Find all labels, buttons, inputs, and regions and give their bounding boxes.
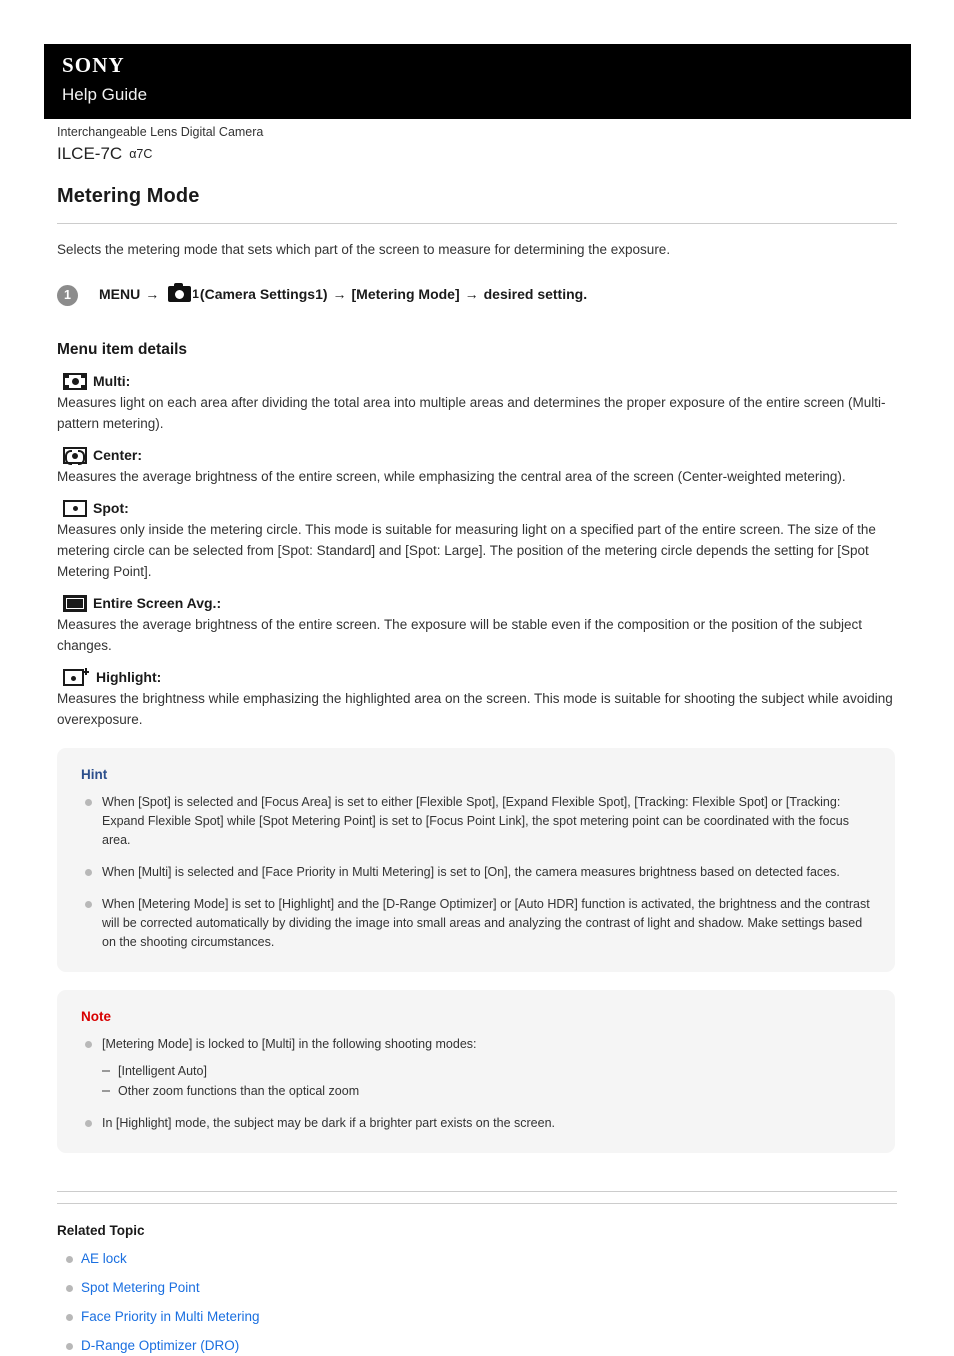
note-item: In [Highlight] mode, the subject may be …	[81, 1114, 871, 1133]
related-link-d-range-optimizer[interactable]: D-Range Optimizer (DRO)	[81, 1338, 239, 1353]
menu-item-description: Measures only inside the metering circle…	[57, 522, 876, 579]
related-dividers	[57, 1191, 897, 1204]
step-menu-item: [Metering Mode]	[351, 286, 460, 302]
site-header: SONY Help Guide	[44, 44, 911, 119]
hint-list: When [Spot] is selected and [Focus Area]…	[81, 793, 871, 952]
list-item[interactable]: AE lock	[57, 1249, 897, 1269]
note-item: [Metering Mode] is locked to [Multi] in …	[81, 1035, 871, 1101]
menu-item-description: Measures the average brightness of the e…	[57, 617, 862, 653]
metering-highlight-icon	[63, 668, 89, 686]
list-item[interactable]: Face Priority in Multi Metering	[57, 1307, 897, 1327]
product-model-line: ILCE-7C α7C	[57, 143, 897, 165]
step-number-badge: 1	[57, 285, 78, 306]
product-identification: Interchangeable Lens Digital Camera ILCE…	[57, 124, 897, 165]
arrow-icon: →	[332, 286, 347, 302]
menu-item-description: Measures the brightness while emphasizin…	[57, 691, 893, 727]
sony-logo: SONY	[62, 53, 125, 77]
list-item[interactable]: Spot Metering Point	[57, 1278, 897, 1298]
menu-item-header-multi: Multi:	[57, 372, 897, 391]
title-divider	[57, 223, 897, 224]
menu-item-label: Entire Screen Avg.:	[93, 595, 222, 611]
menu-item-label: Spot:	[93, 500, 129, 516]
note-title: Note	[81, 1009, 111, 1024]
related-topic-list: AE lock Spot Metering Point Face Priorit…	[57, 1249, 897, 1356]
related-link-ae-lock[interactable]: AE lock	[81, 1251, 127, 1266]
menu-item-header-entire-screen-avg: Entire Screen Avg.:	[57, 594, 897, 613]
note-subitem: Other zoom functions than the optical zo…	[102, 1081, 871, 1101]
menu-item-description: Measures the average brightness of the e…	[57, 469, 846, 484]
product-model: ILCE-7C	[57, 144, 123, 163]
menu-item-description: Measures light on each area after dividi…	[57, 395, 886, 431]
step-instruction: MENU → 1 (Camera Settings1) → [Metering …	[99, 283, 588, 304]
hint-item: When [Metering Mode] is set to [Highligh…	[81, 895, 871, 952]
hint-item: When [Multi] is selected and [Face Prior…	[81, 863, 871, 882]
metering-center-icon	[63, 447, 87, 465]
step-menu-label: MENU	[99, 286, 141, 302]
step-camera-group: (Camera Settings1)	[199, 286, 328, 302]
related-topic-title: Related Topic	[57, 1223, 145, 1238]
camera-settings-number: 1	[192, 287, 199, 301]
menu-item-header-spot: Spot:	[57, 499, 897, 518]
related-link-face-priority-multi-metering[interactable]: Face Priority in Multi Metering	[81, 1309, 260, 1324]
procedure-step-1: 1 MENU → 1 (Camera Settings1) → [Meterin…	[57, 283, 897, 306]
hint-title: Hint	[81, 767, 108, 782]
note-list: [Metering Mode] is locked to [Multi] in …	[81, 1035, 871, 1133]
list-item[interactable]: D-Range Optimizer (DRO)	[57, 1336, 897, 1356]
hint-item: When [Spot] is selected and [Focus Area]…	[81, 793, 871, 850]
metering-entire-screen-avg-icon	[63, 595, 87, 612]
article-intro: Selects the metering mode that sets whic…	[57, 242, 671, 257]
note-subitem: [Intelligent Auto]	[102, 1061, 871, 1081]
help-guide-page: SONY Help Guide Interchangeable Lens Dig…	[0, 0, 954, 1353]
menu-item-header-highlight: Highlight:	[57, 668, 897, 687]
metering-multi-icon	[63, 373, 87, 390]
arrow-icon: →	[145, 286, 160, 302]
related-topic-section: Related Topic AE lock Spot Metering Poin…	[57, 1191, 897, 1356]
article-content: Metering Mode Selects the metering mode …	[57, 183, 897, 1356]
arrow-icon: →	[464, 286, 479, 302]
product-category: Interchangeable Lens Digital Camera	[57, 125, 264, 139]
step-suffix: desired setting.	[483, 286, 588, 302]
menu-item-header-center: Center:	[57, 446, 897, 465]
help-guide-title: Help Guide	[62, 85, 148, 104]
page-title: Metering Mode	[57, 185, 200, 207]
menu-item-label: Center:	[93, 447, 143, 463]
camera-settings-icon	[168, 283, 192, 302]
note-item-text: [Metering Mode] is locked to [Multi] in …	[102, 1037, 477, 1051]
related-link-spot-metering-point[interactable]: Spot Metering Point	[81, 1280, 200, 1295]
note-callout: Note [Metering Mode] is locked to [Multi…	[57, 990, 895, 1153]
metering-spot-icon	[63, 500, 87, 517]
menu-item-label: Multi:	[93, 373, 131, 389]
menu-item-label: Highlight:	[96, 669, 162, 685]
note-sublist: [Intelligent Auto] Other zoom functions …	[102, 1061, 871, 1101]
related-divider-bottom	[57, 1203, 897, 1204]
hint-callout: Hint When [Spot] is selected and [Focus …	[57, 748, 895, 972]
related-divider-top	[57, 1191, 897, 1192]
section-title-menu-item-details: Menu item details	[57, 341, 188, 358]
product-alias: α7C	[129, 147, 153, 161]
